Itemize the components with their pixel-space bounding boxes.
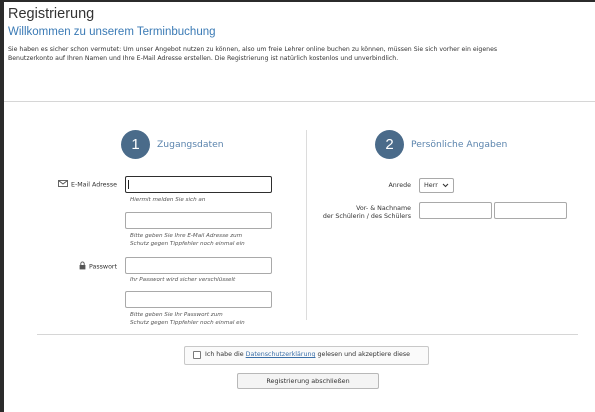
salutation-select[interactable]: Herr [419,178,454,193]
intro-line-1: Sie haben es sicher schon vermutet: Um u… [8,46,498,53]
envelope-icon [58,180,68,189]
intro-text: Sie haben es sicher schon vermutet: Um u… [8,45,590,64]
password-label-text: Passwort [89,263,117,271]
intro-line-2: Benutzerkonto auf Ihren Namen und Ihre E… [8,55,399,63]
section-title-personal: Persönliche Angaben [411,139,508,150]
email-label: E-Mail Adresse [58,180,117,189]
email-label-text: E-Mail Adresse [71,181,117,189]
password-input[interactable] [125,257,272,274]
step-2-badge: 2 [375,130,404,159]
password-hint: Ihr Passwort wird sicher verschlüsselt [130,277,236,283]
page-title: Registrierung [8,6,95,22]
name-label-line-2: der Schülerin / des Schülers [322,213,411,220]
last-name-input[interactable] [494,202,567,219]
bottom-divider [37,334,578,335]
email-hint: Hiermit melden Sie sich an [130,197,206,203]
email-confirm-hint-line-1: Bitte geben Sie Ihre E-Mail Adresse zum [130,233,243,239]
privacy-consent-checkbox[interactable] [193,351,201,359]
top-divider [4,101,595,102]
name-label-line-1: Vor- & Nachname [356,205,411,212]
page-subtitle: Willkommen zu unserem Terminbuchung [8,26,216,38]
text-caret [128,180,129,189]
privacy-policy-link[interactable]: Datenschutzerklärung [246,351,316,358]
salutation-label: Anrede [388,182,412,189]
password-label: Passwort [79,261,117,272]
chevron-down-icon [442,179,449,197]
consent-prefix: Ich habe die [205,351,246,358]
submit-registration-button[interactable]: Registrierung abschließen [237,373,379,389]
consent-text: Ich habe die Datenschutzerklärung gelese… [205,351,410,358]
password-confirm-hint: Bitte geben Sie Ihr Passwort zum Schutz … [130,311,245,327]
first-name-input[interactable] [419,202,492,219]
email-confirm-hint: Bitte geben Sie Ihre E-Mail Adresse zum … [130,232,245,248]
section-divider [306,130,307,320]
consent-suffix: gelesen und akzeptiere diese [315,351,410,358]
email-confirm-input[interactable] [125,212,272,229]
salutation-value: Herr [424,181,438,189]
name-label: Vor- & Nachname der Schülerin / des Schü… [323,205,411,221]
password-confirm-hint-line-1: Bitte geben Sie Ihr Passwort zum [130,312,223,318]
section-title-access: Zugangsdaten [157,139,224,150]
email-confirm-hint-line-2: Schutz gegen Tippfehler noch einmal ein [130,241,245,247]
step-1-badge: 1 [121,130,150,159]
password-confirm-hint-line-2: Schutz gegen Tippfehler noch einmal ein [130,320,245,326]
password-confirm-input[interactable] [125,291,272,308]
email-input[interactable] [125,176,272,193]
lock-icon [79,261,86,272]
